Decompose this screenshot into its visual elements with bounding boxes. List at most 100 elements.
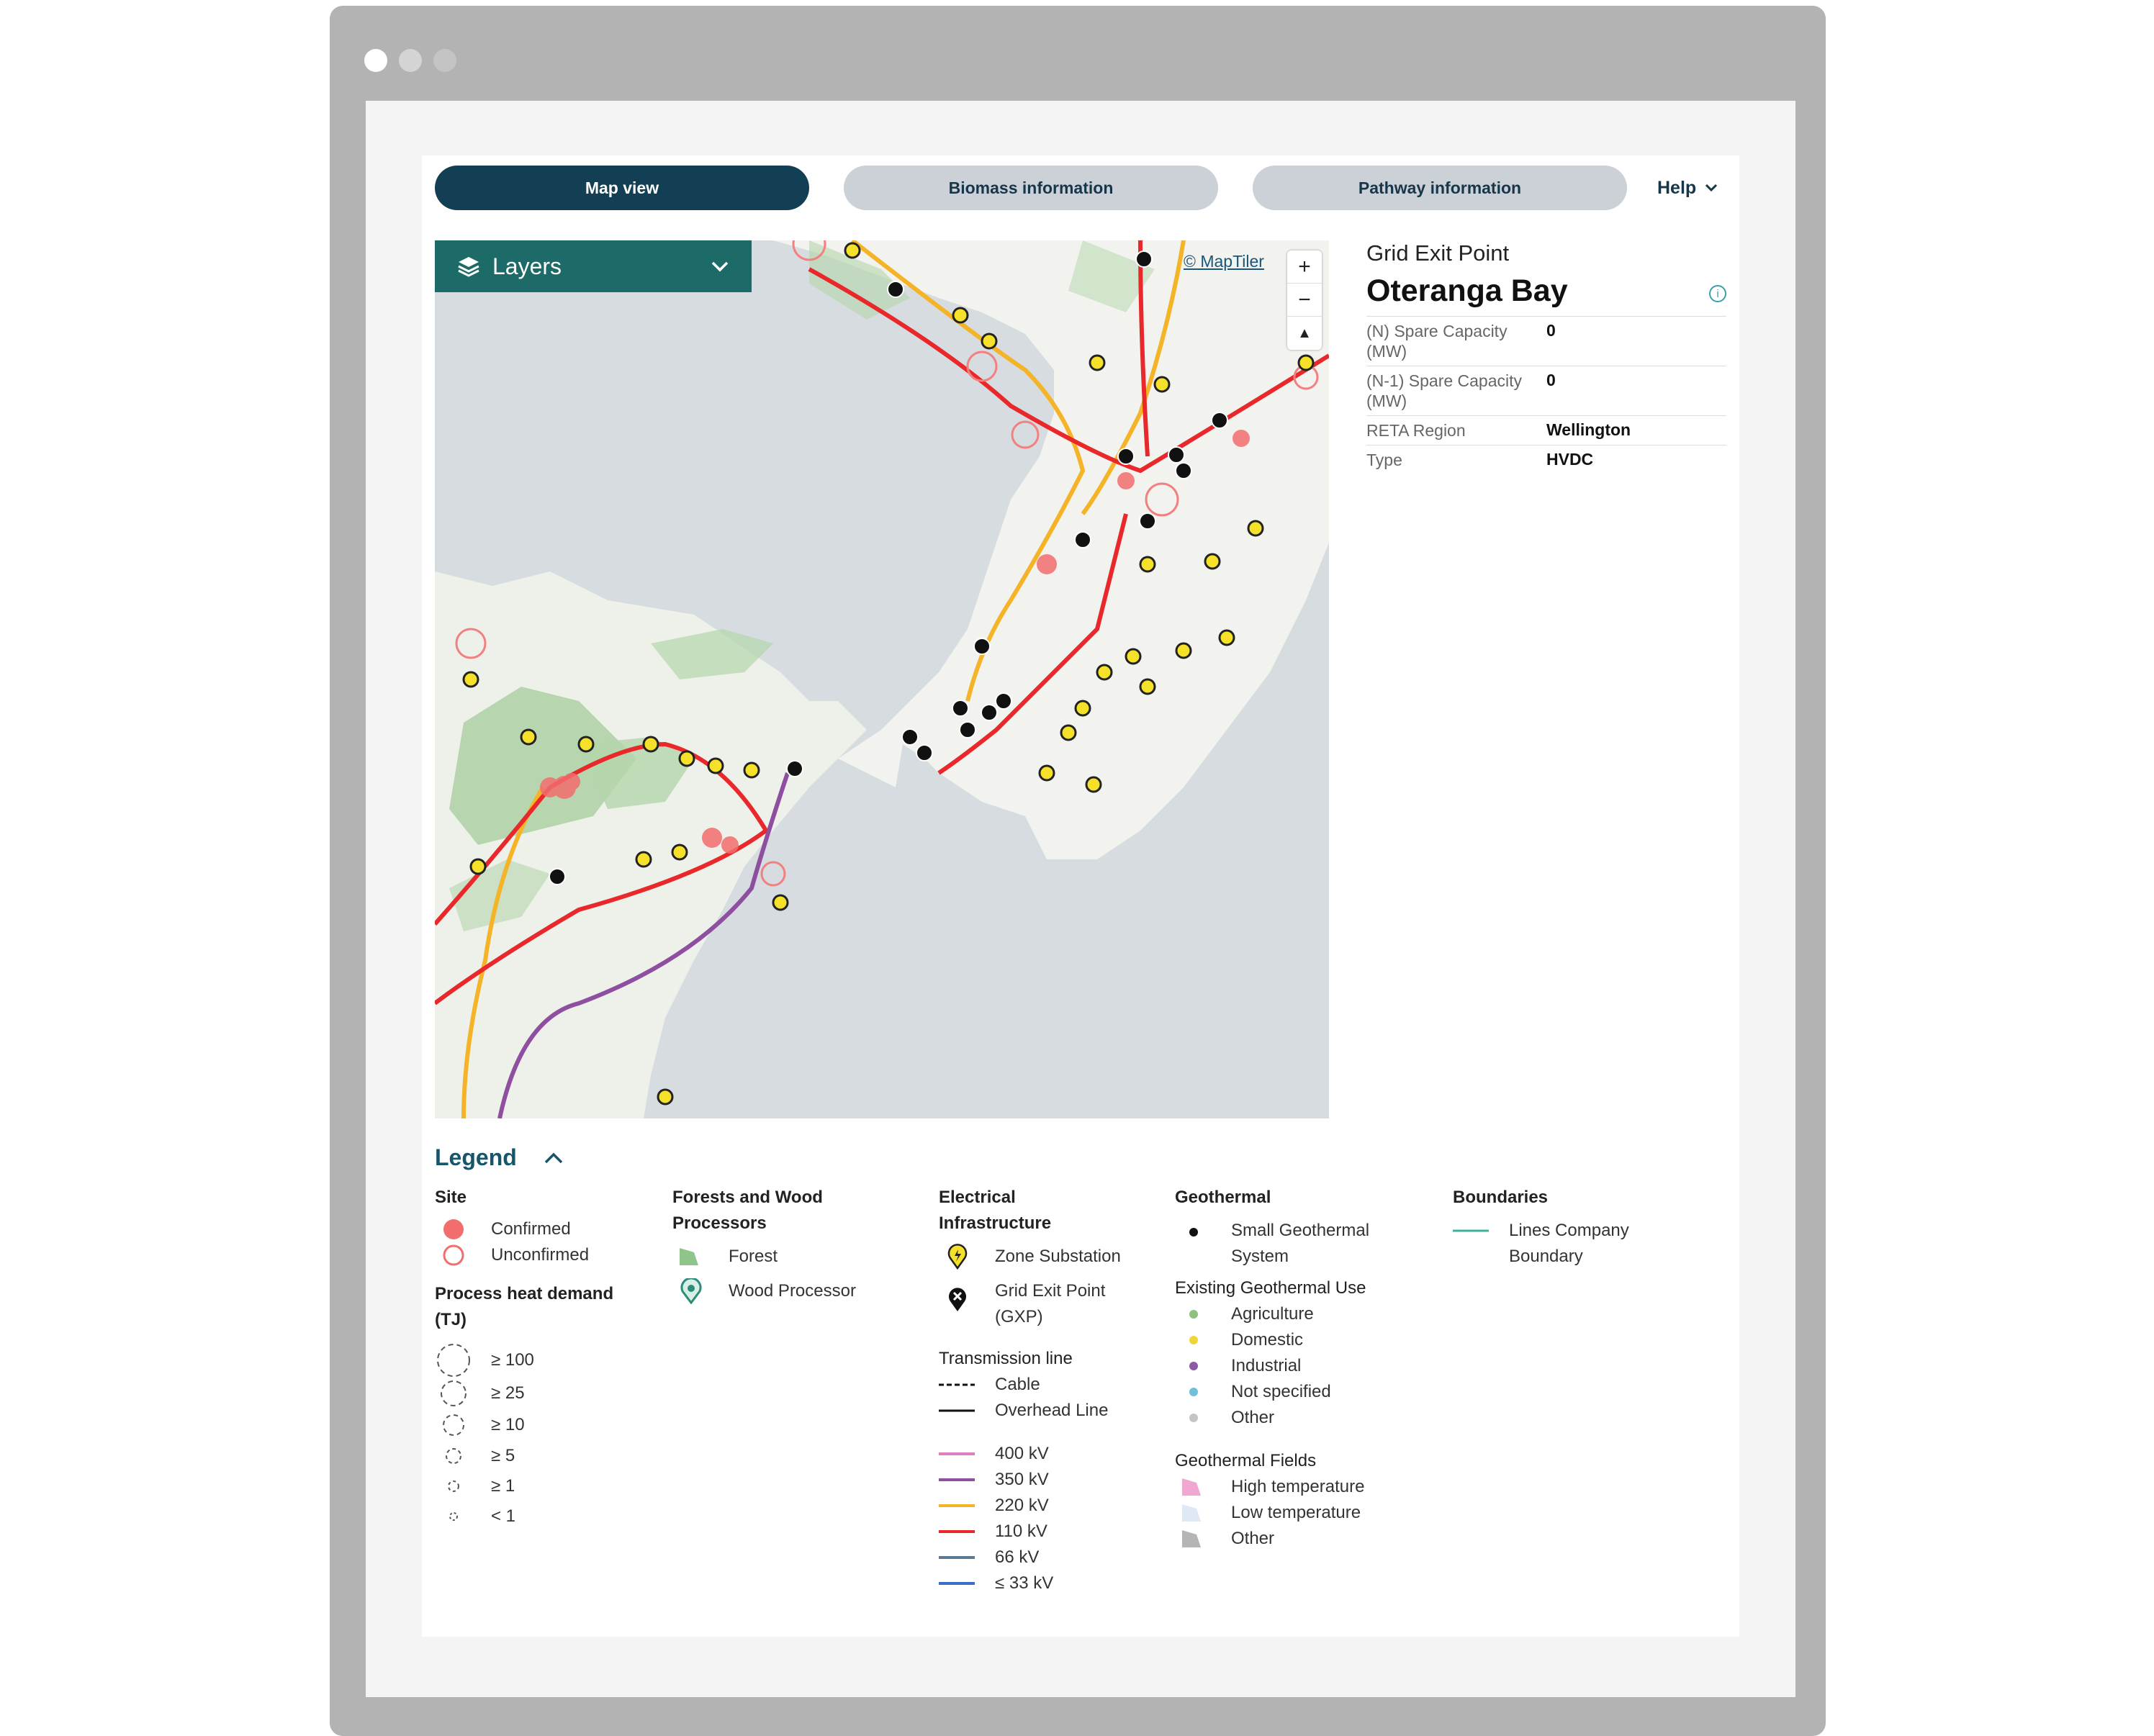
legend-subheading: Transmission line (939, 1349, 1073, 1368)
legend-item: ≥ 5 (435, 1441, 651, 1471)
map-legend: Legend Site Confirmed Unconfirmed Proces… (435, 1144, 1731, 1619)
legend-label: Overhead Line (995, 1401, 1109, 1420)
legend-item: < 1 (435, 1501, 651, 1532)
legend-label: High temperature (1231, 1477, 1365, 1496)
legend-label: Low temperature (1231, 1503, 1361, 1522)
legend-label: Agriculture (1231, 1304, 1314, 1324)
tab-map-view[interactable]: Map view (435, 166, 809, 210)
legend-item: ≥ 100 (435, 1343, 651, 1378)
legend-label: ≥ 1 (491, 1476, 515, 1496)
legend-label: ≥ 10 (491, 1415, 525, 1434)
table-row: RETA Region Wellington (1366, 415, 1726, 446)
legend-label: Zone Substation (995, 1247, 1121, 1266)
maptiler-attribution-link[interactable]: © MapTiler (1184, 252, 1264, 271)
layers-label: Layers (492, 253, 562, 279)
map-canvas[interactable]: Layers © MapTiler + − ▲ (435, 240, 1329, 1118)
zoom-in-button[interactable]: + (1287, 250, 1322, 284)
wood-processor-icon (680, 1278, 702, 1304)
demand-size-icon (446, 1448, 461, 1464)
legend-label: Domestic (1231, 1330, 1304, 1350)
app-panel: Map view Biomass information Pathway inf… (422, 155, 1739, 1637)
legend-item: Overhead Line (939, 1398, 1169, 1424)
legend-item: Low temperature (1175, 1500, 1434, 1526)
geothermal-use-dot-icon (1189, 1414, 1198, 1422)
legend-label: 350 kV (995, 1470, 1049, 1489)
legend-label: Forest (729, 1247, 778, 1266)
map-zoom-control: + − ▲ (1287, 250, 1322, 350)
demand-size-icon (448, 1480, 459, 1492)
legend-item: Forest (672, 1244, 903, 1270)
zoom-out-button[interactable]: − (1287, 284, 1322, 317)
geothermal-use-dot-icon (1189, 1362, 1198, 1370)
legend-label: Small Geothermal System (1231, 1221, 1370, 1266)
window-control-close[interactable] (364, 49, 387, 72)
legend-toggle[interactable]: Legend (435, 1144, 564, 1171)
legend-item: Domestic (1175, 1327, 1434, 1353)
help-menu[interactable]: Help (1657, 166, 1718, 210)
feature-info-panel: Grid Exit Point Oteranga Bay i (N) Spare… (1366, 240, 1726, 474)
voltage-line-icon (939, 1478, 975, 1481)
geothermal-use-legend: Agriculture Domestic Industrial Not specifi… (1175, 1301, 1434, 1431)
attribute-value: 0 (1546, 316, 1726, 366)
legend-geothermal-column: Geothermal Small Geothermal System Exist… (1175, 1185, 1434, 1552)
legend-label: Lines Company Boundary (1509, 1221, 1629, 1266)
legend-boundaries-column: Boundaries Lines Company Boundary (1453, 1185, 1669, 1270)
geothermal-use-dot-icon (1189, 1310, 1198, 1319)
legend-label: Unconfirmed (491, 1245, 590, 1265)
window-control-minimize[interactable] (399, 49, 422, 72)
legend-label: 110 kV (995, 1522, 1047, 1541)
legend-item: ≤ 33 kV (939, 1570, 1169, 1596)
geothermal-use-dot-icon (1189, 1388, 1198, 1396)
demand-size-icon (443, 1414, 464, 1436)
layers-icon (458, 257, 479, 277)
legend-item: Small Geothermal System (1175, 1218, 1405, 1270)
info-icon[interactable]: i (1709, 285, 1726, 302)
voltage-legend: 400 kV 350 kV 220 kV 110 kV 66 kV ≤ 33 kV (939, 1441, 1169, 1596)
tab-biomass-information[interactable]: Biomass information (844, 166, 1218, 210)
legend-item: Not specified (1175, 1379, 1434, 1405)
layers-dropdown[interactable]: Layers (435, 240, 752, 292)
voltage-line-icon (939, 1556, 975, 1559)
legend-heading: Boundaries (1453, 1188, 1549, 1207)
legend-label: 66 kV (995, 1547, 1040, 1567)
help-label: Help (1657, 177, 1697, 198)
legend-item: Confirmed (435, 1216, 651, 1242)
voltage-line-icon (939, 1504, 975, 1507)
legend-label: Not specified (1231, 1382, 1331, 1401)
geothermal-fields-legend: High temperature Low temperature Other (1175, 1474, 1434, 1552)
lines-company-boundary-icon (1453, 1229, 1489, 1232)
legend-item: 400 kV (939, 1441, 1169, 1467)
demand-size-icon (437, 1344, 470, 1377)
legend-item: Industrial (1175, 1353, 1434, 1379)
legend-heading: Electrical Infrastructure (939, 1188, 1052, 1233)
confirmed-site-icon (443, 1219, 464, 1239)
attribute-value: Wellington (1546, 415, 1726, 446)
window-control-maximize[interactable] (433, 49, 456, 72)
feature-attributes-table: (N) Spare Capacity (MW) 0 (N-1) Spare Ca… (1366, 316, 1726, 474)
legend-label: 400 kV (995, 1444, 1049, 1463)
legend-heading: Process heat demand (TJ) (435, 1284, 614, 1329)
attribute-value: HVDC (1546, 445, 1726, 474)
tab-pathway-information[interactable]: Pathway information (1253, 166, 1627, 210)
attribute-key: (N) Spare Capacity (MW) (1366, 316, 1546, 366)
legend-label: Wood Processor (729, 1281, 856, 1301)
legend-label: 220 kV (995, 1496, 1049, 1515)
demand-size-icon (441, 1380, 467, 1406)
legend-item: Other (1175, 1405, 1434, 1431)
geothermal-field-icon (1182, 1478, 1201, 1496)
legend-subheading: Existing Geothermal Use (1175, 1278, 1366, 1298)
compass-reset-button[interactable]: ▲ (1287, 317, 1322, 350)
legend-item: Zone Substation (939, 1244, 1169, 1270)
geothermal-field-icon (1182, 1530, 1201, 1547)
legend-heading: Geothermal (1175, 1188, 1271, 1207)
legend-item: Agriculture (1175, 1301, 1434, 1327)
table-row: Type HVDC (1366, 445, 1726, 474)
legend-item: Other (1175, 1526, 1434, 1552)
grid-exit-point-icon (949, 1288, 966, 1311)
overhead-line-icon (939, 1409, 975, 1412)
zone-substation-icon (947, 1244, 968, 1270)
legend-title: Legend (435, 1144, 517, 1170)
cable-line-icon (939, 1383, 975, 1386)
feature-type-label: Grid Exit Point (1366, 240, 1510, 266)
legend-label: ≤ 33 kV (995, 1573, 1054, 1593)
